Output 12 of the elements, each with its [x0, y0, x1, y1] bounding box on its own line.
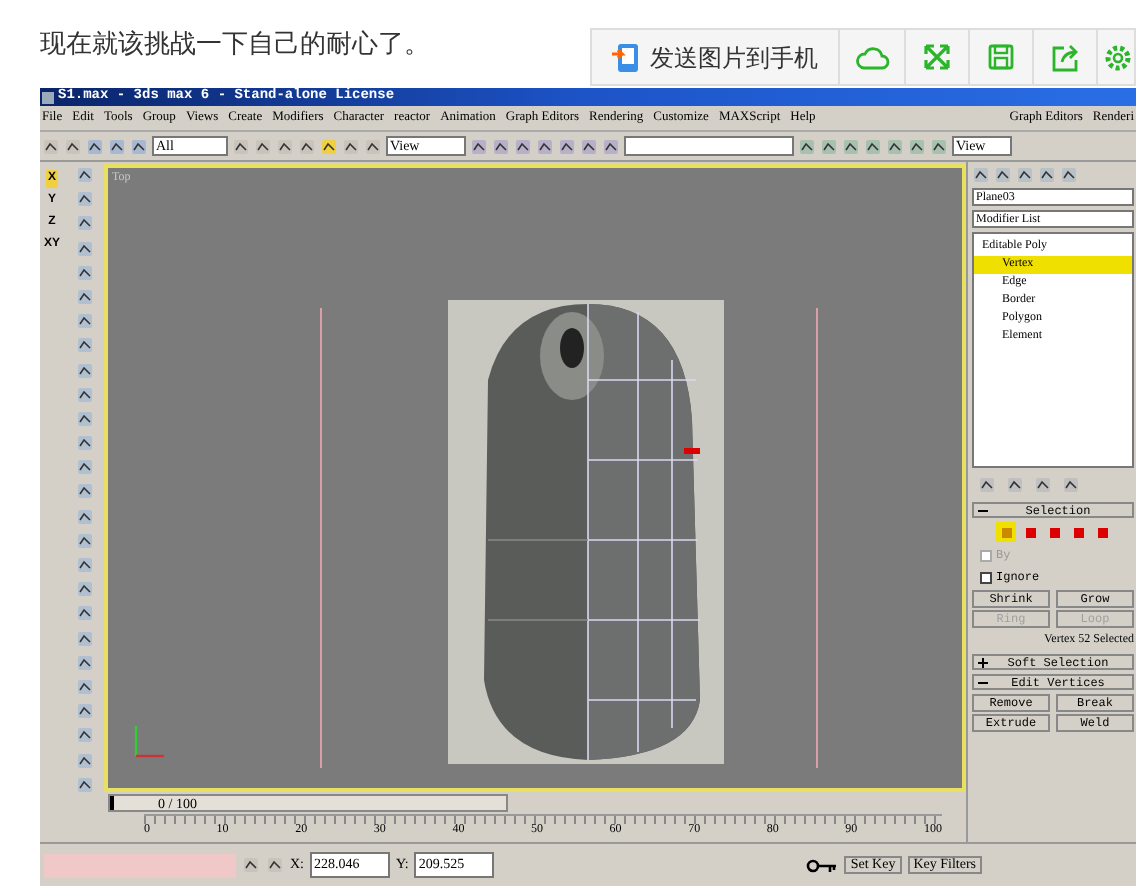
named-selection-field[interactable]: [624, 136, 794, 156]
border-mode-icon[interactable]: [1044, 522, 1064, 542]
send-to-phone-button[interactable]: 发送图片到手机: [592, 30, 840, 84]
caption-text: 现在就该挑战一下自己的耐心了。: [40, 26, 430, 62]
polygon-mode-icon[interactable]: [1068, 522, 1088, 542]
phone-icon: [612, 41, 640, 73]
edge-mode-icon[interactable]: [1020, 522, 1040, 542]
maxscript-listener-field[interactable]: [44, 853, 236, 877]
element-mode-icon[interactable]: [1092, 522, 1112, 542]
checkbox[interactable]: [980, 571, 992, 583]
app-icon: [42, 91, 54, 103]
axis-tripod-icon: [132, 724, 168, 760]
